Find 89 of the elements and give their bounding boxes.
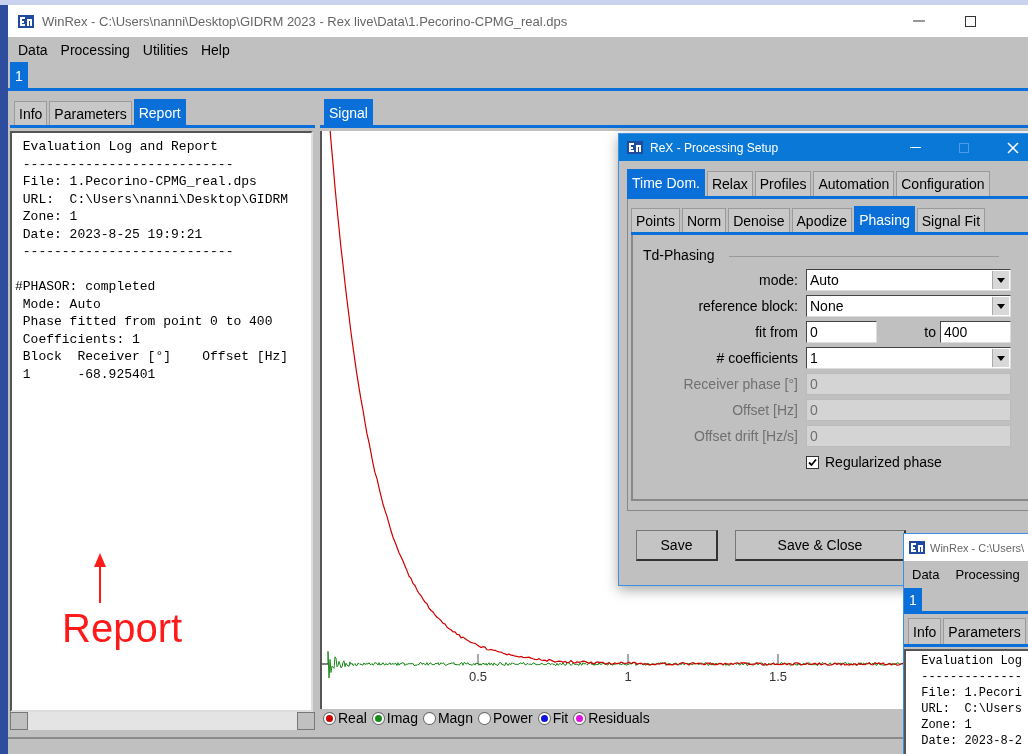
tab[interactable]: Signal Fit: [916, 208, 986, 232]
field-label: # coefficients: [715, 349, 798, 368]
tab[interactable]: Phasing: [854, 206, 915, 232]
dialog-button[interactable]: Save: [636, 530, 718, 561]
field-label: mode:: [758, 271, 798, 290]
report-line: File: 1.Pecori: [920, 685, 1023, 701]
app-logo-icon: [627, 141, 643, 154]
tab[interactable]: Automation: [813, 171, 895, 196]
arrow-annotation: [93, 553, 107, 603]
menu-item[interactable]: Help: [196, 41, 239, 58]
caret-icon: [992, 271, 1009, 289]
annotation-label: Report: [62, 605, 183, 652]
tab[interactable]: Profiles: [754, 171, 812, 196]
report-line: #PHASOR: completed: [15, 278, 156, 296]
text-field[interactable]: 400: [940, 321, 1011, 343]
report-line: Date: 2023-8-25 19:9:21: [21, 225, 203, 243]
checkbox-label: Regularized phase: [825, 454, 942, 470]
report-line: File: 1.Pecorino-CPMG_real.dps: [21, 173, 257, 191]
maximize-icon: [959, 142, 969, 153]
tab[interactable]: Norm: [681, 208, 727, 232]
legend-toggle[interactable]: Power: [478, 710, 533, 726]
group-title: Td-Phasing: [643, 247, 715, 263]
field-label: reference block:: [697, 297, 798, 316]
caret-icon: [992, 297, 1009, 315]
maximize-icon[interactable]: [965, 15, 976, 27]
dropdown[interactable]: None: [806, 295, 1011, 317]
report-line: ---------------------------: [21, 243, 234, 261]
field-label: fit from: [754, 323, 798, 342]
tab[interactable]: Configuration: [896, 171, 990, 196]
field-label: to: [924, 324, 936, 340]
menu-item[interactable]: Data: [14, 41, 57, 58]
tick-label: 0.5: [468, 669, 488, 684]
close-icon[interactable]: [1007, 141, 1019, 154]
report-line: Evaluation Log: [920, 653, 1023, 669]
tab[interactable]: Info: [908, 618, 942, 644]
legend-toggle[interactable]: Real: [324, 710, 367, 726]
tab[interactable]: Report: [133, 99, 186, 125]
tick-label: 1.5: [768, 669, 788, 684]
menu-item[interactable]: Processing: [955, 567, 1020, 582]
report-line: Phase fitted from point 0 to 400: [21, 313, 273, 331]
legend-toggle[interactable]: Fit: [538, 710, 569, 726]
tab[interactable]: Denoise: [728, 208, 790, 232]
minimize-icon[interactable]: [910, 146, 921, 149]
report-line: ---------------------------: [21, 155, 234, 173]
report-line: Mode: Auto: [21, 295, 101, 313]
tab[interactable]: Parameters: [49, 101, 132, 125]
legend-toggle[interactable]: Magn: [423, 710, 473, 726]
menu-item[interactable]: Data: [912, 567, 940, 582]
dialog-title: ReX - Processing Setup: [650, 140, 779, 155]
legend-toggle[interactable]: Residuals: [574, 710, 650, 726]
tab[interactable]: Apodize: [791, 208, 853, 232]
menu-item[interactable]: Processing: [56, 41, 139, 58]
window-title: WinRex - C:\Users\nanni\Desktop\GIDRM 2023 - Rex live\Data\1.Pecorino-CPMG_real.dps: [42, 13, 568, 29]
app-logo-icon: [909, 541, 925, 554]
dropdown[interactable]: 1: [806, 347, 1011, 369]
report-line: URL: C:\Users: [920, 701, 1023, 717]
field-label: Offset [Hz]: [731, 401, 798, 420]
tab[interactable]: Points: [631, 208, 680, 232]
report-line: --------------: [920, 669, 1023, 685]
report-line: Zone: 1: [21, 208, 78, 226]
tab[interactable]: Signal: [324, 99, 373, 125]
tab[interactable]: 1: [904, 588, 922, 611]
caret-icon: [992, 349, 1009, 367]
tick-label: 1: [624, 669, 632, 684]
tab[interactable]: 1: [10, 62, 28, 88]
report-line: Coefficients: 1: [21, 330, 140, 348]
radio-dot: [478, 712, 490, 724]
tab[interactable]: Time Dom.: [627, 169, 705, 196]
legend-toggle[interactable]: Imag: [372, 710, 418, 726]
dropdown[interactable]: Auto: [806, 269, 1011, 291]
report-line: Evaluation Log and Report: [21, 138, 218, 156]
report-line: 1 -68.925401: [21, 365, 156, 383]
text-field[interactable]: 0: [806, 321, 877, 343]
field-label: Offset drift [Hz/s]: [693, 427, 798, 446]
field-label: Receiver phase [°]: [682, 375, 798, 394]
report-line: Zone: 1: [920, 717, 972, 733]
tab[interactable]: Relax: [706, 171, 753, 196]
horizontal-scrollbar[interactable]: [10, 712, 315, 730]
report-line: Date: 2023-8-2: [920, 733, 1023, 749]
report-line: URL: C:\Users\nanni\Desktop\GIDRM: [21, 190, 289, 208]
app-logo-icon: [18, 14, 34, 28]
menu-item[interactable]: Utilities: [138, 41, 197, 58]
tab[interactable]: Info: [14, 101, 48, 125]
report-line: Block Receiver [°] Offset [Hz]: [21, 348, 289, 366]
radio-dot: [423, 712, 435, 724]
window-title: WinRex - C:\Users\: [930, 541, 1025, 554]
checkbox[interactable]: [806, 455, 819, 469]
tab[interactable]: Parameters: [943, 618, 1026, 644]
dialog-button[interactable]: Save & Close: [735, 530, 906, 561]
